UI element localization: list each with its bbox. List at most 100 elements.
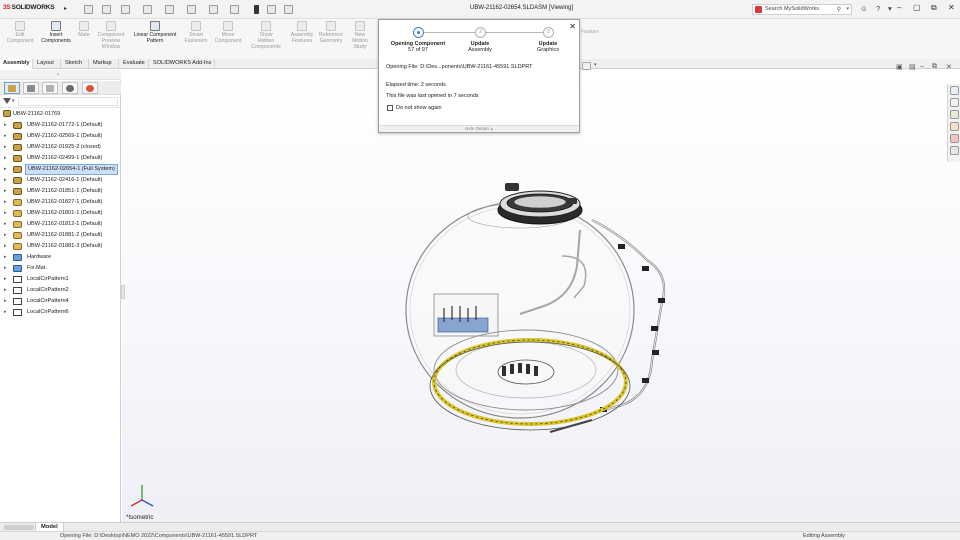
move-component-button[interactable]: Move Component: [210, 21, 246, 44]
tab-addins[interactable]: SOLIDWORKS Add-Ins: [150, 59, 215, 69]
expand-arrow-icon[interactable]: ▸: [4, 296, 7, 307]
close-icon[interactable]: ✕: [569, 22, 576, 31]
tree-item[interactable]: ▸ UBW-21162-01925-2 (closed): [0, 142, 121, 153]
help-icon[interactable]: ?: [876, 4, 880, 13]
tree-filter[interactable]: ▾: [0, 96, 121, 108]
new-motion-study-button[interactable]: New Motion Study: [346, 21, 374, 50]
tab-scrollbar[interactable]: [4, 525, 34, 530]
expand-arrow-icon[interactable]: ▸: [4, 274, 7, 285]
viewport-split-icon[interactable]: ▤: [909, 63, 916, 71]
filter-dropdown-icon[interactable]: ▾: [12, 98, 15, 104]
viewport-close-icon[interactable]: ✕: [946, 63, 952, 71]
expand-arrow-icon[interactable]: ▸: [4, 263, 7, 274]
redo-icon[interactable]: [209, 5, 218, 14]
expand-arrow-icon[interactable]: ▸: [4, 208, 7, 219]
search-dropdown-icon[interactable]: ▾: [846, 6, 849, 12]
tree-item[interactable]: ▸ LocalCirPattern4: [0, 296, 121, 307]
tree-item[interactable]: ▸ UBW-21162-01881-2 (Default): [0, 230, 121, 241]
solidworks-logo[interactable]: 3SSOLIDWORKS: [3, 4, 55, 11]
tree-item[interactable]: ▸ UBW-21162-02416-1 (Default): [0, 175, 121, 186]
design-library-icon[interactable]: [950, 98, 959, 107]
smart-fasteners-button[interactable]: Smart Fasteners: [180, 21, 212, 44]
tree-item[interactable]: ▸ Hardware: [0, 252, 121, 263]
panel-grip-icon[interactable]: •: [57, 72, 59, 78]
tab-dimxpert[interactable]: [62, 82, 78, 94]
viewport-minimize-icon[interactable]: –: [920, 63, 924, 70]
filter-input[interactable]: [18, 97, 118, 106]
custom-properties-icon[interactable]: [950, 146, 959, 155]
close-button[interactable]: ✕: [948, 3, 955, 12]
expand-arrow-icon[interactable]: ▸: [4, 186, 7, 197]
tab-display-manager[interactable]: [82, 82, 98, 94]
show-hidden-components-button[interactable]: Show Hidden Components: [246, 21, 286, 50]
select-icon[interactable]: [230, 5, 239, 14]
linear-component-pattern-button[interactable]: Linear Component Pattern: [128, 21, 182, 44]
expand-arrow-icon[interactable]: ▸: [4, 285, 7, 296]
filter-icon[interactable]: [3, 98, 11, 104]
help-dropdown-icon[interactable]: ▾: [888, 4, 892, 13]
tree-item-selected[interactable]: ▸ UBW-21162-02654-1 (Full System): [0, 164, 121, 175]
tree-item[interactable]: ▸ UBW-21162-01851-1 (Default): [0, 186, 121, 197]
rebuild-icon[interactable]: [267, 5, 276, 14]
tree-item[interactable]: ▸ LocalCirPattern2: [0, 285, 121, 296]
tab-configuration-manager[interactable]: [42, 82, 58, 94]
tree-item[interactable]: ▸ UBW-21162-01772-1 (Default): [0, 120, 121, 131]
component-preview-window-button[interactable]: Component Preview Window: [93, 21, 129, 50]
tree-item[interactable]: ▸ UBW-21162-02569-1 (Default): [0, 131, 121, 142]
traffic-light-icon[interactable]: [254, 5, 259, 14]
new-document-icon[interactable]: [102, 5, 111, 14]
tree-item[interactable]: ▸ UBW-21162-02499-1 (Default): [0, 153, 121, 164]
home-icon[interactable]: [84, 5, 93, 14]
edit-component-button[interactable]: Edit Component: [2, 21, 38, 44]
reference-geometry-button[interactable]: Reference Geometry: [314, 21, 348, 44]
viewport-pin-icon[interactable]: ▣: [896, 63, 903, 71]
mate-button[interactable]: Mate: [73, 21, 95, 38]
do-not-show-checkbox[interactable]: [387, 105, 393, 111]
tab-sketch[interactable]: Sketch: [62, 59, 89, 69]
options-gear-icon[interactable]: [284, 5, 293, 14]
tree-item[interactable]: ▸ UBW-21162-01827-1 (Default): [0, 197, 121, 208]
tab-evaluate[interactable]: Evaluate: [120, 59, 149, 69]
expand-arrow-icon[interactable]: ▸: [4, 153, 7, 164]
expand-arrow-icon[interactable]: ▸: [4, 307, 7, 318]
solidworks-resources-icon[interactable]: [950, 86, 959, 95]
print-icon[interactable]: [165, 5, 174, 14]
tree-item[interactable]: ▸ Fix.Mat.: [0, 263, 121, 274]
save-icon[interactable]: [143, 5, 152, 14]
view-orientation-icon[interactable]: [582, 62, 591, 70]
open-icon[interactable]: [121, 5, 130, 14]
view-dropdown-icon[interactable]: ▾: [594, 62, 600, 70]
search-input[interactable]: Search MySolidWorks ⚲ ▾: [752, 4, 852, 15]
expand-arrow-icon[interactable]: ▸: [4, 120, 7, 131]
tree-item[interactable]: ▸ LocalCirPattern6: [0, 307, 121, 318]
tree-item[interactable]: ▸ LocalCirPattern1: [0, 274, 121, 285]
assembly-model[interactable]: [122, 70, 960, 522]
expand-arrow-icon[interactable]: ▸: [4, 175, 7, 186]
tab-property-manager[interactable]: [23, 82, 39, 94]
expand-arrow-icon[interactable]: ▸: [4, 241, 7, 252]
panel-collapse-handle[interactable]: [121, 285, 125, 299]
tree-item[interactable]: ▸ UBW-21162-01881-3 (Default): [0, 241, 121, 252]
user-icon[interactable]: ☺: [860, 4, 868, 13]
expand-arrow-icon[interactable]: ▸: [4, 142, 7, 153]
tree-root[interactable]: UBW-21162-01769: [3, 109, 60, 119]
appearances-icon[interactable]: [950, 134, 959, 143]
file-explorer-icon[interactable]: [950, 110, 959, 119]
tree-item[interactable]: ▸ UBW-21162-01801-1 (Default): [0, 208, 121, 219]
graphics-area[interactable]: [122, 70, 960, 522]
undo-icon[interactable]: [187, 5, 196, 14]
tile-button[interactable]: ⧉: [931, 3, 937, 13]
expand-arrow-icon[interactable]: ▸: [4, 219, 7, 230]
expand-arrow-icon[interactable]: ▸: [4, 197, 7, 208]
tab-layout[interactable]: Layout: [34, 59, 61, 69]
tab-assembly[interactable]: Assembly: [0, 59, 33, 69]
insert-components-button[interactable]: Insert Components: [36, 21, 76, 44]
minimize-button[interactable]: –: [897, 3, 901, 12]
menu-expand-icon[interactable]: ▸: [64, 5, 67, 12]
expand-arrow-icon[interactable]: ▸: [4, 230, 7, 241]
tab-feature-tree[interactable]: [4, 82, 20, 94]
tab-markup[interactable]: Markup: [90, 59, 119, 69]
expand-arrow-icon[interactable]: ▸: [4, 252, 7, 263]
hide-details-toggle[interactable]: Hide Details ▴: [379, 125, 579, 132]
view-palette-icon[interactable]: [950, 122, 959, 131]
